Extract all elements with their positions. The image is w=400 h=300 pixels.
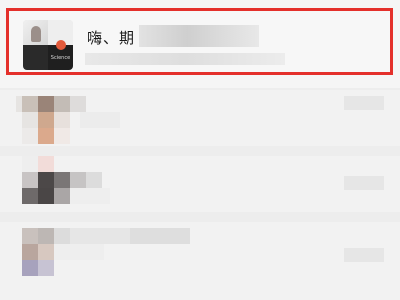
redacted-pixel xyxy=(70,172,86,188)
redacted-time xyxy=(344,96,384,110)
redacted-title xyxy=(139,25,259,47)
redacted-pixel xyxy=(22,228,38,244)
redacted-pixel xyxy=(54,172,70,188)
avatar-tile xyxy=(23,20,48,45)
redacted-pixel xyxy=(22,156,38,172)
redacted-pixel xyxy=(22,244,38,260)
chat-row[interactable] xyxy=(0,90,400,146)
chat-title: 嗨、期 xyxy=(87,29,136,47)
redacted-pixel xyxy=(38,244,54,260)
avatar-tile xyxy=(23,45,48,70)
avatar-badge-icon xyxy=(56,40,66,50)
redacted-pixel xyxy=(38,228,54,244)
avatar-figure xyxy=(31,26,41,42)
redacted-pixel xyxy=(70,188,110,204)
redacted-pixel xyxy=(22,172,38,188)
redacted-time xyxy=(344,176,384,190)
chat-list-screen: Science 嗨、期 xyxy=(0,0,400,300)
redacted-pixel xyxy=(54,112,70,128)
redacted-pixel xyxy=(38,172,54,188)
redacted-pixel xyxy=(70,228,130,244)
redacted-pixel xyxy=(38,260,54,276)
redacted-pixel xyxy=(54,96,70,112)
redacted-pixel xyxy=(22,112,38,128)
chat-row-highlighted[interactable]: Science 嗨、期 xyxy=(0,0,400,88)
redacted-pixel xyxy=(130,228,190,244)
redacted-pixel xyxy=(38,128,54,144)
group-avatar[interactable]: Science xyxy=(23,20,73,70)
redacted-pixel xyxy=(86,172,102,188)
chat-row[interactable] xyxy=(0,222,400,300)
redacted-pixel xyxy=(80,112,120,128)
redacted-pixel xyxy=(22,128,38,144)
redacted-pixel xyxy=(38,188,54,204)
redacted-pixel xyxy=(38,96,54,112)
redacted-pixel xyxy=(54,128,70,144)
redacted-pixel xyxy=(22,260,38,276)
redacted-pixel xyxy=(54,228,70,244)
chat-row[interactable] xyxy=(0,156,400,212)
redacted-pixel xyxy=(22,96,38,112)
redacted-pixel xyxy=(38,112,54,128)
redacted-pixel xyxy=(38,156,54,172)
redacted-pixel xyxy=(54,244,104,260)
redacted-pixel xyxy=(54,188,70,204)
redacted-time xyxy=(344,248,384,262)
redacted-pixel xyxy=(70,96,86,112)
redacted-pixel xyxy=(22,188,38,204)
highlight-box: Science 嗨、期 xyxy=(6,8,393,75)
redacted-preview xyxy=(85,53,285,65)
